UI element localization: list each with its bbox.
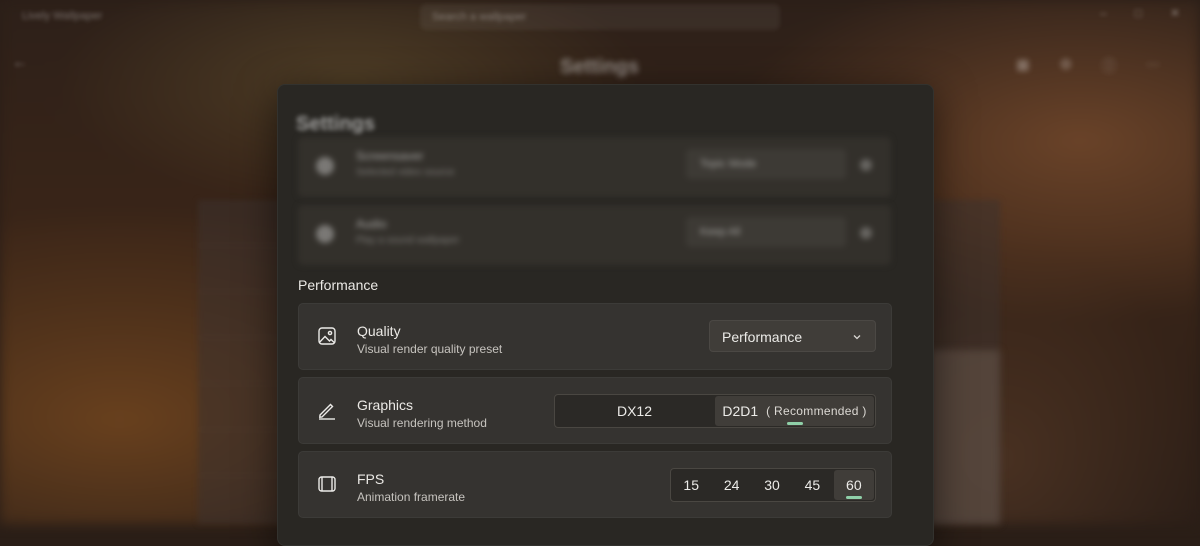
info-icon[interactable] (860, 227, 872, 239)
setting-subtitle: Play a sound wallpaper (356, 235, 460, 246)
audio-combo[interactable]: Keep All (686, 217, 846, 247)
setting-subtitle: Selected video source (356, 167, 455, 178)
chevron-down-icon (851, 330, 863, 342)
background-search-box: Search a wallpaper (420, 4, 780, 30)
fps-option-60[interactable]: 60 (833, 470, 875, 500)
background-gear-icon: ⚙ (1059, 56, 1072, 72)
background-titlebar: Lively Wallpaper Search a wallpaper – □ … (0, 0, 1200, 34)
quality-setting-card: Quality Visual render quality preset Per… (298, 303, 892, 370)
fps-selector[interactable]: 15 24 30 45 60 (670, 468, 876, 502)
background-preview-card (930, 350, 1000, 524)
graphics-setting-card: Graphics Visual rendering method DX12 D2… (298, 377, 892, 444)
background-wallpaper-list (198, 200, 284, 524)
graphics-subtitle: Visual rendering method (357, 416, 487, 430)
option-label: D2D1 (722, 403, 759, 419)
option-label: 45 (804, 477, 821, 493)
window-icon (317, 474, 337, 494)
close-icon: ✕ (1169, 6, 1180, 20)
graphics-option-dx12[interactable]: DX12 (555, 395, 714, 427)
performance-section-header: Performance (298, 277, 379, 293)
minimize-icon: – (1100, 6, 1107, 20)
quality-subtitle: Visual render quality preset (357, 342, 503, 356)
fps-option-15[interactable]: 15 (671, 469, 711, 501)
quality-dropdown[interactable]: Performance (709, 320, 876, 352)
background-window-buttons: – □ ✕ (1100, 6, 1180, 20)
option-label: 24 (723, 477, 740, 493)
audio-icon (316, 225, 334, 243)
setting-title: Screensaver (356, 149, 424, 163)
selection-indicator (845, 496, 862, 499)
background-grid-icon: ▦ (1016, 56, 1030, 72)
graphics-method-selector[interactable]: DX12 D2D1 ( Recommended ) (554, 394, 876, 428)
option-label: DX12 (616, 403, 653, 419)
quality-title: Quality (357, 323, 401, 339)
audio-setting-card: Audio Play a sound wallpaper Keep All (298, 205, 891, 265)
fps-option-24[interactable]: 24 (711, 469, 751, 501)
option-label: 30 (764, 477, 780, 493)
maximize-icon: □ (1134, 6, 1142, 20)
background-info-icon: ⓘ (1102, 58, 1116, 74)
image-icon (317, 326, 337, 346)
background-more-icon: ⋯ (1146, 56, 1160, 72)
screensaver-icon (316, 157, 334, 175)
info-icon[interactable] (860, 159, 872, 171)
screensaver-combo[interactable]: Topic Mode (686, 149, 846, 179)
screensaver-setting-card: Screensaver Selected video source Topic … (298, 137, 891, 197)
recommended-label: ( Recommended ) (766, 404, 867, 418)
setting-title: Audio (356, 217, 387, 231)
background-app-name: Lively Wallpaper (22, 10, 103, 22)
graphics-title: Graphics (357, 397, 414, 413)
graphics-option-d2d1[interactable]: D2D1 ( Recommended ) (715, 396, 874, 426)
fps-title: FPS (357, 471, 385, 487)
fps-setting-card: FPS Animation framerate 15 24 30 45 60 (298, 451, 892, 518)
selection-indicator (786, 422, 803, 425)
fps-option-45[interactable]: 45 (792, 469, 832, 501)
option-label: 15 (683, 477, 699, 493)
background-toolbar-icons: ▦ ⚙ ⓘ ⋯ (1016, 56, 1160, 76)
fps-option-30[interactable]: 30 (752, 469, 792, 501)
quality-selected-value: Performance (722, 329, 803, 345)
dialog-title: Settings (296, 113, 375, 135)
fps-subtitle: Animation framerate (357, 490, 466, 504)
background-page-title: Settings (560, 56, 639, 78)
pen-icon (317, 400, 337, 420)
background-back-icon: ← (12, 54, 28, 71)
option-label: 60 (846, 477, 862, 493)
